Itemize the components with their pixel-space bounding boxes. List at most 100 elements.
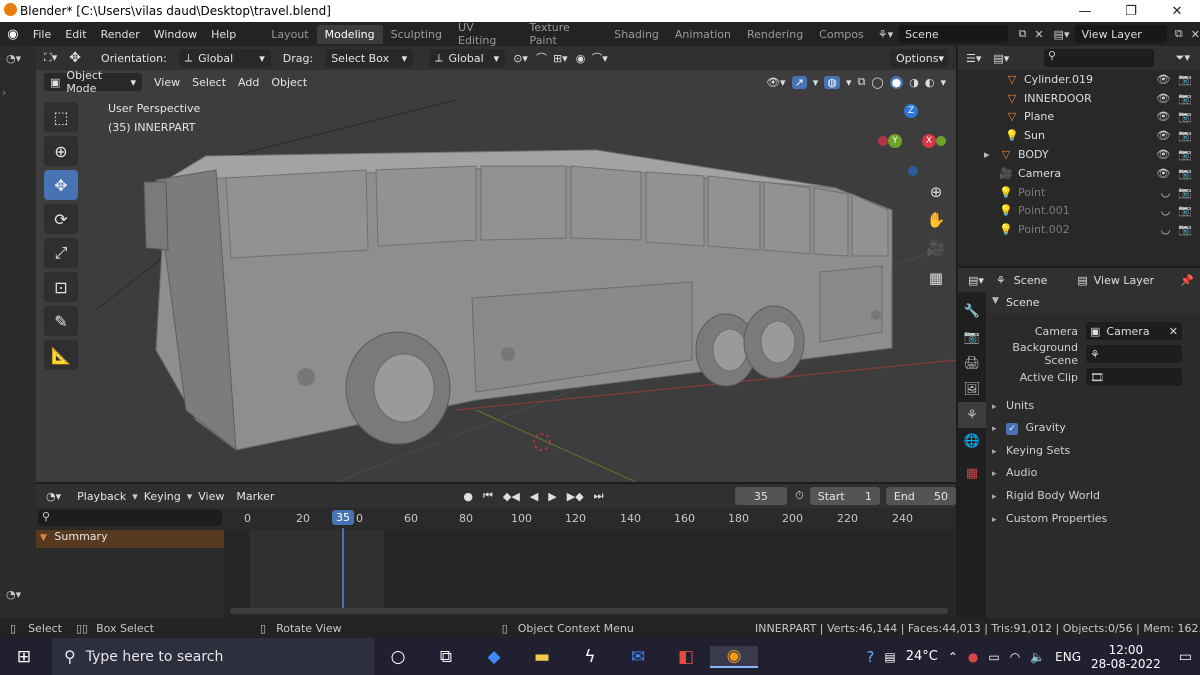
tab-layout[interactable]: Layout <box>263 25 316 44</box>
close-button[interactable]: ✕ <box>1154 4 1200 19</box>
record-icon[interactable]: ● <box>460 490 476 503</box>
3d-viewport[interactable]: User Perspective (35) INNERPART Z Y X ⊕ … <box>36 70 956 482</box>
timeline-menu-keying[interactable]: Keying <box>138 490 187 503</box>
gravity-checkbox[interactable]: ✓ <box>1006 423 1019 435</box>
keying-sets-section[interactable]: ▸ Keying Sets <box>992 444 1070 457</box>
eye-icon[interactable]: 👁 <box>1156 92 1170 105</box>
outliner-row[interactable]: 💡 Point ◡ 📷 <box>958 183 1200 202</box>
custom-properties-section[interactable]: ▸ Custom Properties <box>992 512 1107 525</box>
blender-menu-icon[interactable]: ◉ <box>0 27 26 42</box>
eye-hidden-icon[interactable]: ◡ <box>1161 186 1171 199</box>
timeline-body[interactable]: ⚲ ▼ Summary 0 20 35 0 60 80 100 120 140 … <box>36 508 956 618</box>
gizmo-toggle-icon[interactable]: ↗ <box>791 75 807 89</box>
outliner-search-field[interactable]: ⚲ <box>1044 49 1154 67</box>
gravity-section[interactable]: ▸ ✓ Gravity <box>992 421 1066 435</box>
camera-render-icon[interactable]: 📷 <box>1178 204 1192 217</box>
outliner-row[interactable]: ▽ Cylinder.019 👁 📷 <box>958 70 1200 89</box>
menu-add[interactable]: Add <box>232 76 265 89</box>
file-explorer-icon[interactable]: ▬ <box>518 647 566 667</box>
taskbar-search[interactable]: ⚲ Type here to search <box>52 638 374 675</box>
eye-icon[interactable]: 👁 <box>1156 129 1170 142</box>
current-frame-field[interactable]: 35 <box>734 487 788 505</box>
camera-field[interactable]: ▣ Camera ✕ <box>1086 322 1182 340</box>
play-reverse-icon[interactable]: ◀ <box>527 490 541 503</box>
grid-perspective-icon[interactable]: ▦ <box>924 266 948 290</box>
menu-file[interactable]: File <box>26 28 58 41</box>
xray-icon[interactable]: ⧉ <box>857 75 865 89</box>
cursor-tool-icon[interactable]: ⊕ <box>44 136 78 166</box>
outliner-row[interactable]: ▽ Plane 👁 📷 <box>958 108 1200 127</box>
outliner-row[interactable]: 💡 Point.002 ◡ 📷 <box>958 220 1200 239</box>
eye-hidden-icon[interactable]: ◡ <box>1161 223 1171 236</box>
scale-tool-icon[interactable]: ⤢ <box>44 238 78 268</box>
office-icon[interactable]: ◧ <box>662 647 710 667</box>
gizmo-dropdown-icon[interactable]: ▾ <box>813 76 819 89</box>
hand-pan-icon[interactable]: ✋ <box>924 208 948 232</box>
help-icon[interactable]: ? <box>866 648 874 666</box>
transform-tool-icon[interactable]: ⊡ <box>44 272 78 302</box>
volume-icon[interactable]: 🔈 <box>1030 650 1045 664</box>
outliner-editor-icon[interactable]: ☰▾ <box>966 52 981 65</box>
camera-render-icon[interactable]: 📷 <box>1178 148 1192 161</box>
shading-rendered-icon[interactable]: ◐ <box>925 76 935 89</box>
eye-icon[interactable]: 👁 <box>1156 167 1170 180</box>
menu-view[interactable]: View <box>148 76 186 89</box>
minimize-button[interactable]: — <box>1062 4 1108 19</box>
dropbox-icon[interactable]: ◆ <box>470 647 518 667</box>
mail-icon[interactable]: ✉ <box>614 647 662 667</box>
scene-section-header[interactable]: ▼ Scene <box>986 292 1200 314</box>
tab-modeling[interactable]: Modeling <box>316 24 383 44</box>
snap-target-icon[interactable]: ⊞▾ <box>553 52 568 65</box>
select-box-tool-icon[interactable]: ⬚ <box>44 102 78 132</box>
timeline-editor-type-icon[interactable]: ◔▾ <box>46 490 61 503</box>
task-view-icon[interactable]: ⧉ <box>422 647 470 667</box>
timeline-menu-marker[interactable]: Marker <box>230 490 280 503</box>
timeline-menu-playback[interactable]: Playback <box>71 490 132 503</box>
cortana-icon[interactable]: ○ <box>374 647 422 667</box>
rotate-tool-icon[interactable]: ⟳ <box>44 204 78 234</box>
view-layer-tab-icon[interactable]: 🖼 <box>958 376 986 402</box>
new-scene-icon[interactable]: ⧉ <box>1018 27 1026 41</box>
playhead-line[interactable] <box>342 528 344 608</box>
camera-render-icon[interactable]: 📷 <box>1178 186 1192 199</box>
timeline-editor-icon[interactable]: ◔▾ <box>6 588 21 601</box>
windows-start-icon[interactable]: ⊞ <box>0 647 48 667</box>
outliner-row[interactable]: 💡 Sun 👁 📷 <box>958 126 1200 145</box>
output-tab-icon[interactable]: 🖨 <box>958 350 986 376</box>
audio-section[interactable]: ▸ Audio <box>992 466 1037 479</box>
pivot-point-icon[interactable]: ⊙▾ <box>513 52 528 65</box>
mode-dropdown[interactable]: ▣ Object Mode ▾ <box>44 69 142 95</box>
camera-view-icon[interactable]: 🎥 <box>924 236 948 260</box>
scene-tab-icon[interactable]: ⚘ <box>958 402 986 428</box>
move-tool-button[interactable]: ✥ <box>44 170 78 200</box>
tool-settings-icon[interactable]: ⛶▾ <box>44 51 57 65</box>
summary-row[interactable]: ▼ Summary <box>36 530 224 548</box>
timeline-menu-view[interactable]: View <box>192 490 230 503</box>
eye-icon[interactable]: 👁 <box>1156 110 1170 123</box>
camera-render-icon[interactable]: 📷 <box>1178 129 1192 142</box>
jump-end-icon[interactable]: ⏭ <box>591 489 607 503</box>
eye-hidden-icon[interactable]: ◡ <box>1161 204 1171 217</box>
gizmo-neg-z[interactable] <box>908 166 918 176</box>
shading-solid-icon[interactable]: ● <box>889 75 904 89</box>
app-icon[interactable]: ϟ <box>566 647 614 667</box>
delete-scene-icon[interactable]: ✕ <box>1034 28 1043 41</box>
tab-compositing[interactable]: Compos <box>811 25 872 44</box>
tab-animation[interactable]: Animation <box>667 25 739 44</box>
active-clip-field[interactable]: 🎞 <box>1086 368 1182 386</box>
tool-tab-icon[interactable]: 🔧 <box>958 298 986 324</box>
shading-material-icon[interactable]: ◑ <box>909 76 919 89</box>
outliner-row[interactable]: ▸ ▽ BODY 👁 📷 <box>958 145 1200 164</box>
chevron-up-icon[interactable]: ⌃ <box>948 650 958 664</box>
stopwatch-icon[interactable]: ⏱ <box>795 489 804 503</box>
menu-window[interactable]: Window <box>147 28 204 41</box>
blender-taskbar-icon[interactable]: ◉ <box>710 645 758 668</box>
clear-icon[interactable]: ✕ <box>1169 325 1178 338</box>
maximize-button[interactable]: ❐ <box>1108 4 1154 19</box>
display-mode-icon[interactable]: ▤▾ <box>993 52 1009 65</box>
tab-shading[interactable]: Shading <box>606 25 667 44</box>
scene-selector[interactable]: Scene <box>899 25 1009 43</box>
camera-render-icon[interactable]: 📷 <box>1178 92 1192 105</box>
orientation-dropdown[interactable]: ⟂ Global ▾ <box>178 49 271 67</box>
render-tab-icon[interactable]: 📷 <box>958 324 986 350</box>
